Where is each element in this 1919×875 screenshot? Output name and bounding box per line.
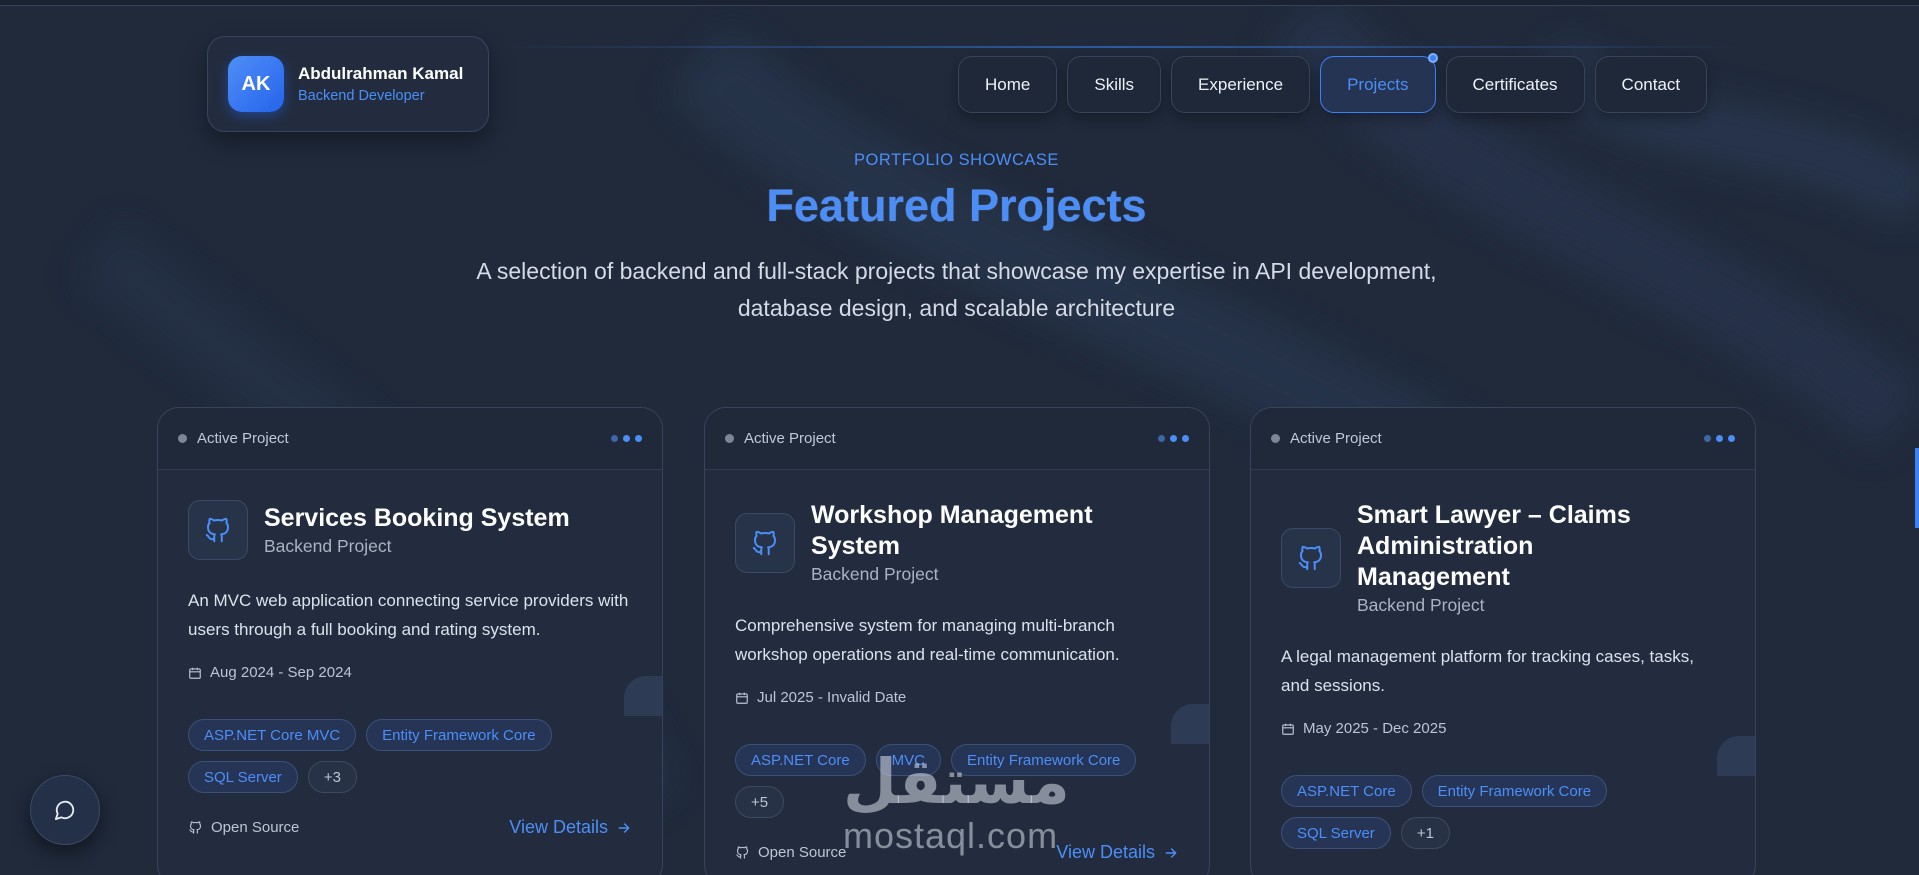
view-details-label: View Details (1056, 842, 1155, 862)
project-card[interactable]: Active Project Services Booking System B… (157, 407, 663, 875)
calendar-icon (1282, 723, 1294, 735)
card-header-bar: Active Project (705, 408, 1209, 470)
tech-tag[interactable]: SQL Server (1281, 817, 1391, 849)
status-badge: Active Project (178, 430, 289, 447)
project-description: An MVC web application connecting servic… (188, 591, 629, 639)
watermark-latin: mostaql.com (843, 815, 1059, 856)
tech-tags: ASP.NET Core Entity Framework Core SQL S… (1251, 775, 1755, 849)
open-source-label: Open Source (735, 844, 846, 861)
github-icon[interactable] (735, 512, 795, 573)
project-title: Services Booking System (264, 504, 570, 532)
tech-tag[interactable]: SQL Server (188, 761, 298, 793)
card-header-bar: Active Project (158, 408, 662, 470)
tech-tags: ASP.NET Core MVC Entity Framework Core S… (158, 719, 662, 793)
card-heading: Smart Lawyer – Claims Administration Man… (1251, 500, 1755, 616)
github-small-icon (736, 846, 749, 859)
project-kind: Backend Project (1357, 595, 1485, 615)
status-dot (1271, 434, 1280, 443)
status-label: Active Project (197, 430, 289, 447)
status-dot (178, 434, 187, 443)
view-details-link[interactable]: View Details (1056, 842, 1179, 863)
nav-item-projects[interactable]: Projects (1320, 53, 1438, 113)
section-subtitle: A selection of backend and full-stack pr… (476, 258, 1437, 321)
project-title: Workshop Management System (811, 501, 1093, 560)
card-heading: Workshop Management System Backend Proje… (705, 500, 1209, 585)
decorative-shape (624, 676, 662, 716)
tech-tag[interactable]: ASP.NET Core MVC (188, 719, 357, 751)
tech-tag[interactable]: Entity Framework Core (366, 719, 552, 751)
tech-tag[interactable]: ASP.NET Core (1281, 775, 1412, 807)
nav-item-contact[interactable]: Contact (1594, 56, 1708, 113)
tech-tag[interactable]: Entity Framework Core (1421, 775, 1608, 807)
arrow-right-icon (618, 822, 630, 833)
project-date: Aug 2024 - Sep 2024 (158, 664, 662, 681)
more-tags-badge[interactable]: +3 (307, 761, 357, 793)
watermark-arabic: مستقل (843, 745, 1070, 818)
status-label: Active Project (744, 430, 836, 447)
nav-item-experience[interactable]: Experience (1171, 56, 1311, 113)
nav-item-home[interactable]: Home (958, 56, 1058, 113)
scroll-indicator (1915, 448, 1919, 528)
github-small-icon (189, 821, 202, 834)
more-dots-icon[interactable] (611, 435, 642, 442)
github-icon[interactable] (1281, 528, 1341, 588)
project-date-text: Aug 2024 - Sep 2024 (210, 664, 352, 681)
more-tags-badge[interactable]: +1 (1400, 817, 1450, 849)
github-icon[interactable] (188, 500, 248, 560)
section-title: Featured Projects (766, 180, 1147, 231)
nav-item-certificates[interactable]: Certificates (1445, 56, 1585, 113)
section-eyebrow: PORTFOLIO SHOWCASE (854, 151, 1059, 169)
chat-button[interactable] (30, 775, 100, 845)
brand-role: Backend Developer (298, 88, 425, 104)
nav-item-skills[interactable]: Skills (1067, 56, 1162, 113)
main-nav: Home Skills Experience Projects Certific… (958, 53, 1708, 113)
chat-bubble-icon (54, 800, 75, 821)
project-date-text: May 2025 - Dec 2025 (1303, 720, 1447, 737)
project-kind: Backend Project (264, 536, 392, 556)
decorative-shape (1171, 704, 1209, 744)
more-tags-badge[interactable]: +5 (735, 786, 785, 818)
status-dot (725, 434, 734, 443)
brand-name: Abdulrahman Kamal (298, 64, 464, 83)
project-description: Comprehensive system for managing multi-… (735, 616, 1120, 664)
calendar-icon (736, 692, 748, 704)
project-title: Smart Lawyer – Claims Administration Man… (1357, 501, 1631, 591)
view-details-link[interactable]: View Details (509, 817, 632, 838)
arrow-right-icon (1165, 847, 1177, 858)
status-badge: Active Project (725, 430, 836, 447)
more-dots-icon[interactable] (1704, 435, 1735, 442)
card-header-bar: Active Project (1251, 408, 1755, 470)
brand-card[interactable]: AK Abdulrahman Kamal Backend Developer (207, 36, 489, 132)
decorative-shape (1717, 736, 1755, 776)
status-badge: Active Project (1271, 430, 1382, 447)
project-date: Jul 2025 - Invalid Date (705, 689, 1209, 706)
open-source-text: Open Source (211, 819, 300, 836)
more-dots-icon[interactable] (1158, 435, 1189, 442)
project-date-text: Jul 2025 - Invalid Date (757, 689, 907, 706)
window-top-bar (0, 0, 1919, 6)
project-kind: Backend Project (811, 564, 939, 584)
card-heading: Services Booking System Backend Project (158, 500, 662, 560)
status-label: Active Project (1290, 430, 1382, 447)
open-source-label: Open Source (188, 819, 299, 836)
open-source-text: Open Source (758, 844, 847, 861)
project-card[interactable]: Active Project Smart Lawyer – Claims Adm… (1250, 407, 1756, 875)
avatar: AK (228, 56, 284, 112)
calendar-icon (189, 667, 201, 679)
header-glow-line (495, 46, 1745, 48)
project-date: May 2025 - Dec 2025 (1251, 720, 1755, 737)
active-indicator-dot (1427, 53, 1438, 63)
view-details-label: View Details (509, 817, 608, 837)
nav-item-projects-label: Projects (1347, 74, 1409, 94)
card-footer: Open Source View Details (158, 817, 662, 838)
project-description: A legal management platform for tracking… (1281, 647, 1694, 695)
